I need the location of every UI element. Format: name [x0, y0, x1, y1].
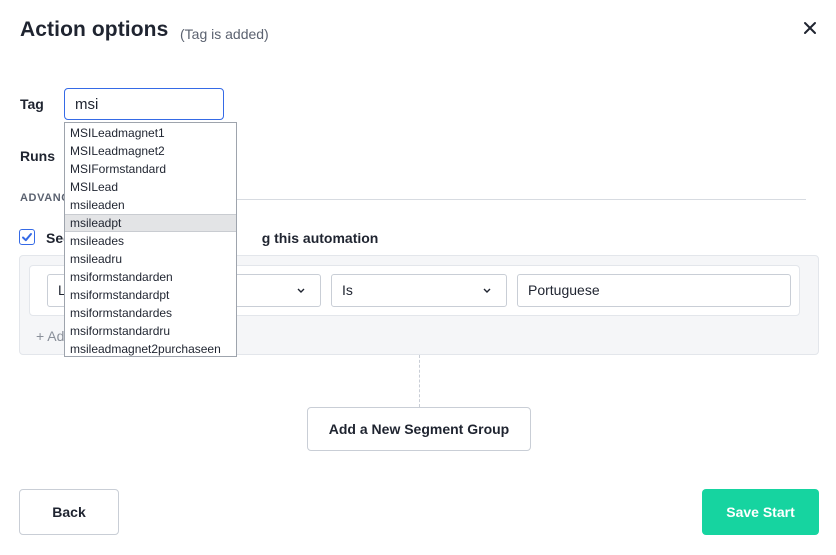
condition-operator-value: Is: [342, 282, 353, 298]
tag-label: Tag: [20, 96, 44, 112]
save-start-button[interactable]: Save Start: [702, 489, 819, 535]
chevron-down-icon: [483, 288, 491, 293]
modal-title: Action options: [20, 18, 169, 41]
chevron-down-icon: [297, 288, 305, 293]
dropdown-option[interactable]: MSILeadmagnet2: [65, 142, 236, 160]
tag-autocomplete-dropdown: MSILeadmagnet1 MSILeadmagnet2 MSIFormstand…: [64, 122, 237, 357]
add-condition-link[interactable]: + Ad: [36, 328, 64, 344]
connector-line: [419, 355, 420, 407]
dropdown-option[interactable]: msileades: [65, 232, 236, 250]
dropdown-option[interactable]: MSIFormstandard: [65, 160, 236, 178]
condition-operator-select[interactable]: Is: [331, 274, 507, 307]
dropdown-option[interactable]: msileadpt: [65, 214, 236, 232]
checkmark-icon: [22, 233, 32, 242]
segment-checkbox[interactable]: [19, 229, 35, 245]
dropdown-option[interactable]: msileadru: [65, 250, 236, 268]
dropdown-option[interactable]: msileadmagnet2purchaseen: [65, 340, 236, 358]
tag-input[interactable]: [64, 88, 224, 120]
dropdown-option[interactable]: msiformstandardpt: [65, 286, 236, 304]
add-segment-group-button[interactable]: Add a New Segment Group: [307, 407, 531, 451]
dropdown-option[interactable]: MSILeadmagnet1: [65, 124, 236, 142]
modal-subtitle: (Tag is added): [180, 26, 269, 42]
advanced-section-label: ADVANC: [20, 192, 70, 204]
dropdown-option[interactable]: MSILead: [65, 178, 236, 196]
condition-value-input[interactable]: Portuguese: [517, 274, 791, 307]
back-button[interactable]: Back: [19, 489, 119, 535]
dropdown-option[interactable]: msileaden: [65, 196, 236, 214]
close-icon[interactable]: [800, 18, 820, 38]
dropdown-option[interactable]: msiformstandarden: [65, 268, 236, 286]
runs-label: Runs: [20, 148, 55, 164]
segment-label-end: g this automation: [261, 230, 379, 246]
dropdown-option[interactable]: msiformstandardes: [65, 304, 236, 322]
dropdown-option[interactable]: msiformstandardru: [65, 322, 236, 340]
